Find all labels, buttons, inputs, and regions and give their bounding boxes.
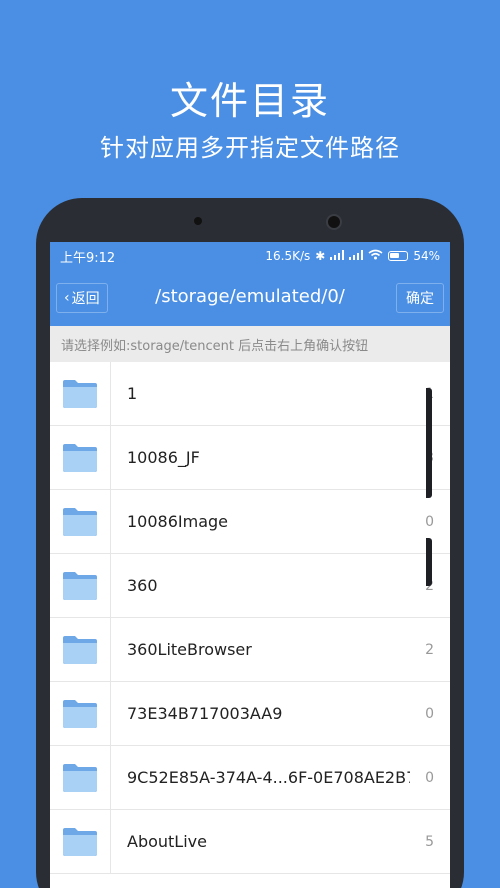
file-name: 10086_JF: [127, 448, 200, 467]
file-row[interactable]: 9C52E85A-374A-4...6F-0E708AE2B727 0: [50, 745, 450, 810]
file-row[interactable]: 73E34B717003AA9 0: [50, 681, 450, 746]
network-speed: 16.5K/s: [265, 249, 311, 263]
status-time: 上午9:12: [60, 250, 116, 266]
folder-icon: [50, 425, 111, 490]
folder-icon: [50, 553, 111, 618]
phone-screen: 上午9:12 16.5K/s ✱ 54% ‹ 返回 /storage/emula…: [50, 242, 450, 888]
current-path: /storage/emulated/0/: [155, 286, 345, 307]
status-bar: 上午9:12 16.5K/s ✱ 54%: [50, 242, 450, 270]
battery-icon: [388, 251, 409, 261]
hint-text: 请选择例如:storage/tencent 后点击右上角确认按钮: [50, 326, 450, 362]
power-button: [426, 538, 432, 586]
file-name: 360LiteBrowser: [127, 640, 252, 659]
file-row[interactable]: 10086Image 0: [50, 489, 450, 554]
battery-percent: 54%: [413, 249, 440, 263]
file-count: 0: [425, 705, 434, 722]
phone-camera: [326, 214, 342, 230]
file-name: 73E34B717003AA9: [127, 704, 283, 723]
file-name: AboutLive: [127, 832, 207, 851]
file-row[interactable]: 3602: [50, 553, 450, 618]
status-indicators: 16.5K/s ✱ 54%: [265, 249, 440, 263]
app-header: ‹ 返回 /storage/emulated/0/ 确定: [50, 270, 450, 326]
file-name: 9C52E85A-374A-4...6F-0E708AE2B727: [127, 768, 410, 787]
file-row[interactable]: 360LiteBrowser 2: [50, 617, 450, 682]
file-count: 0: [425, 513, 434, 530]
file-row[interactable]: 10086_JF3: [50, 425, 450, 490]
file-count: 5: [425, 833, 434, 850]
signal-icon: [330, 249, 345, 263]
file-count: 0: [425, 769, 434, 786]
file-row[interactable]: AboutLive 5: [50, 809, 450, 874]
folder-icon: [50, 617, 111, 682]
phone-speaker: [194, 217, 202, 225]
promo-subtitle: 针对应用多开指定文件路径: [100, 134, 400, 162]
confirm-button[interactable]: 确定: [396, 283, 444, 313]
file-row[interactable]: 11: [50, 361, 450, 426]
signal-icon: [349, 249, 364, 263]
folder-icon: [50, 361, 111, 426]
wifi-icon: [368, 249, 383, 263]
file-name: 10086Image: [127, 512, 229, 531]
file-name: 360: [127, 576, 158, 595]
folder-icon: [50, 809, 111, 874]
volume-button: [426, 388, 432, 498]
folder-icon: [50, 489, 111, 554]
folder-icon: [50, 681, 111, 746]
file-list: 1110086_JF310086Image03602360LiteBrowser…: [50, 361, 450, 874]
file-name: 1: [127, 384, 138, 403]
folder-icon: [50, 745, 111, 810]
promo-title: 文件目录: [169, 79, 330, 123]
bluetooth-icon: ✱: [315, 249, 326, 263]
phone-frame: 上午9:12 16.5K/s ✱ 54% ‹ 返回 /storage/emula…: [36, 198, 464, 888]
file-count: 2: [425, 641, 434, 658]
